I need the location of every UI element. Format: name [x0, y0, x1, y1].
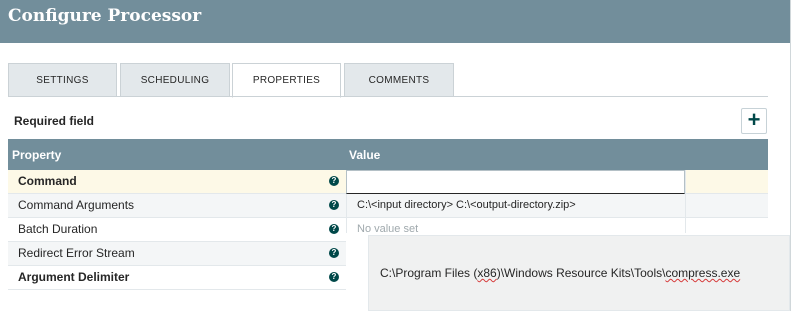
help-icon[interactable]: ?: [329, 272, 339, 282]
tab-divider: [8, 96, 768, 97]
add-property-button[interactable]: +: [741, 108, 767, 134]
dialog-scroll-edge: [790, 0, 798, 311]
row-actions-cell: [685, 194, 768, 217]
column-header-value[interactable]: Value: [349, 148, 380, 162]
help-icon[interactable]: ?: [329, 200, 339, 210]
tab-settings[interactable]: SETTINGS: [8, 63, 117, 97]
column-header-property[interactable]: Property: [12, 148, 61, 162]
dialog-header: Configure Processor: [0, 0, 790, 43]
property-name: Redirect Error Stream: [18, 246, 135, 260]
table-row[interactable]: Command Arguments ? C:\<input directory>…: [8, 194, 768, 218]
table-header: Property Value: [8, 139, 768, 170]
property-name: Command: [18, 174, 77, 188]
property-name: Command Arguments: [18, 198, 135, 212]
tab-properties[interactable]: PROPERTIES: [232, 63, 341, 98]
tab-scheduling[interactable]: SCHEDULING: [120, 63, 230, 97]
property-value-input[interactable]: [346, 170, 685, 194]
editor-text-middle: )\Windows Resource Kits\Tools\: [496, 266, 666, 280]
property-value[interactable]: C:\<input directory> C:\<output-director…: [346, 194, 685, 217]
help-icon[interactable]: ?: [329, 248, 339, 258]
editor-text-filename: compress.exe: [665, 266, 741, 280]
property-name: Argument Delimiter: [18, 270, 130, 284]
table-row[interactable]: Command ?: [8, 170, 768, 194]
required-field-label: Required field: [14, 114, 95, 128]
tab-bar: SETTINGS SCHEDULING PROPERTIES COMMENTS: [8, 63, 768, 98]
tab-comments[interactable]: COMMENTS: [344, 63, 454, 97]
property-name: Batch Duration: [18, 222, 98, 236]
help-icon[interactable]: ?: [329, 224, 339, 234]
editor-text-prefix: C:\Program Files (: [380, 266, 478, 280]
dialog-title: Configure Processor: [8, 6, 202, 26]
value-editor-text[interactable]: C:\Program Files (x86)\Windows Resource …: [380, 266, 740, 280]
plus-icon: +: [747, 107, 761, 132]
editor-text-x86: x86: [477, 266, 497, 280]
row-actions-cell: [685, 170, 768, 193]
help-icon[interactable]: ?: [329, 176, 339, 186]
